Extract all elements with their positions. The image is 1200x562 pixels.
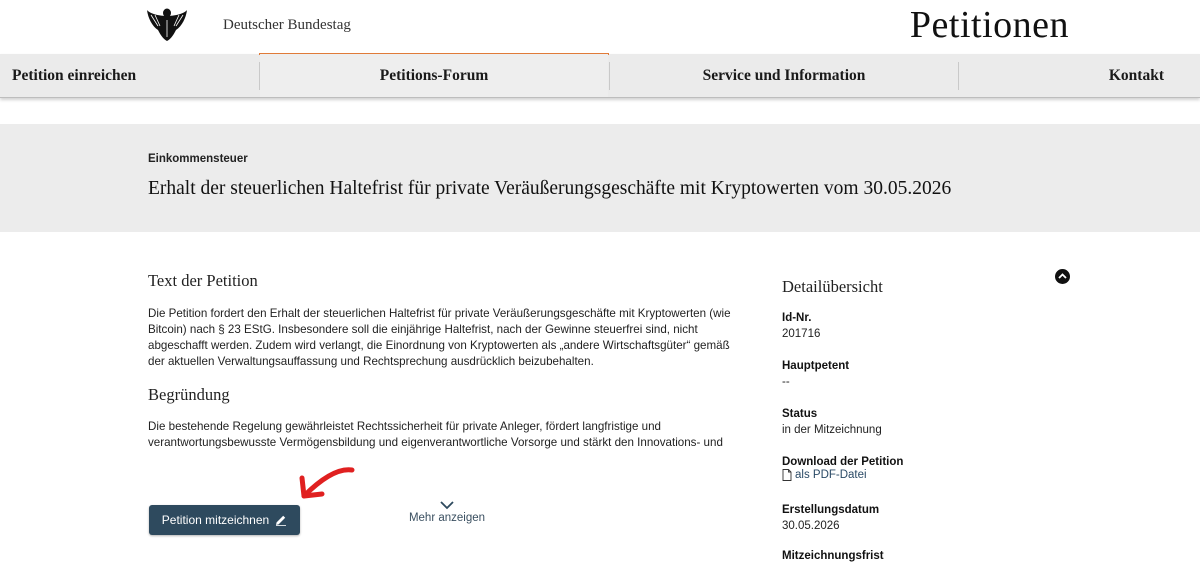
reason-text: Die bestehende Regelung gewährleistet Re… xyxy=(148,420,723,449)
nav-petition-einreichen[interactable]: Petition einreichen xyxy=(0,54,259,97)
id-value: 201716 xyxy=(782,328,821,340)
pdf-link-label: als PDF-Datei xyxy=(795,469,867,481)
nav-kontakt[interactable]: Kontakt xyxy=(959,54,1200,97)
site-header: Deutscher Bundestag Petitionen xyxy=(0,0,1200,55)
status-label: Status xyxy=(782,408,818,420)
site-title[interactable]: Petitionen xyxy=(910,3,1069,47)
bundestag-eagle-logo[interactable] xyxy=(146,6,188,42)
detail-heading: Detailübersicht xyxy=(782,277,883,296)
nav-petitions-forum[interactable]: Petitions-Forum xyxy=(260,54,608,97)
petition-text: Die Petition fordert den Erhalt der steu… xyxy=(148,307,731,368)
petent-value: -- xyxy=(782,376,790,388)
main-nav: Petition einreichen Petitions-Forum Serv… xyxy=(0,53,1200,98)
reason-heading: Begründung xyxy=(148,385,230,404)
nav-service-und-information[interactable]: Service und Information xyxy=(610,54,958,97)
pencil-icon xyxy=(276,515,287,526)
created-label: Erstellungsdatum xyxy=(782,504,880,516)
sign-petition-button[interactable]: Petition mitzeichnen xyxy=(149,505,300,535)
pdf-download-link[interactable]: als PDF-Datei xyxy=(782,469,867,481)
scroll-up-icon[interactable] xyxy=(1055,269,1070,284)
petition-title-band: Einkommensteuer Erhalt der steuerlichen … xyxy=(0,124,1200,232)
show-more-toggle[interactable]: Mehr anzeigen xyxy=(405,500,489,524)
document-icon xyxy=(782,469,792,481)
created-value: 30.05.2026 xyxy=(782,520,840,532)
text-heading: Text der Petition xyxy=(148,271,258,290)
petition-title: Erhalt der steuerlichen Haltefrist für p… xyxy=(148,178,952,199)
org-name: Deutscher Bundestag xyxy=(223,17,351,33)
id-label: Id-Nr. xyxy=(782,312,812,324)
status-value: in der Mitzeichnung xyxy=(782,424,882,436)
download-label: Download der Petition xyxy=(782,456,904,468)
red-arrow-annotation xyxy=(299,467,355,499)
chevron-down-icon xyxy=(440,501,454,510)
sign-button-label: Petition mitzeichnen xyxy=(161,513,270,527)
petent-label: Hauptpetent xyxy=(782,360,850,372)
show-more-label: Mehr anzeigen xyxy=(408,512,486,524)
petition-category: Einkommensteuer xyxy=(148,153,248,165)
deadline-label: Mitzeichnungsfrist xyxy=(782,550,884,562)
